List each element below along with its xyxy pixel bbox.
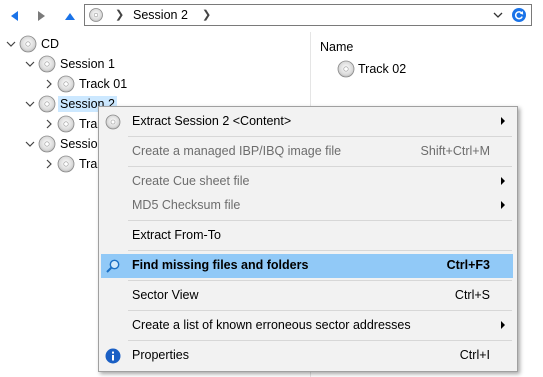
info-icon (105, 348, 121, 364)
menu-shortcut: Ctrl+I (459, 348, 490, 362)
tree-node-track-01[interactable]: Track 01 (43, 74, 127, 94)
search-icon (105, 258, 121, 274)
menu-separator (128, 136, 512, 137)
menu-item-label: Extract Session 2 <Content> (132, 114, 292, 128)
list-item-label: Track 02 (358, 62, 407, 76)
disc-icon (57, 155, 75, 173)
menu-item-label: MD5 Checksum file (132, 198, 241, 212)
disc-icon (19, 35, 37, 53)
tree-node-cd[interactable]: CD (5, 34, 59, 54)
menu-shortcut: Ctrl+F3 (446, 258, 490, 272)
tree-label: CD (41, 37, 60, 51)
disc-icon (57, 75, 75, 93)
menu-separator (128, 340, 512, 341)
list-item-track-02[interactable]: Track 02 (337, 59, 406, 79)
tree-node-track[interactable]: Tra (43, 154, 97, 174)
menu-item-known-errors[interactable]: Create a list of known erroneous sector … (101, 314, 513, 338)
menu-item-extract-session[interactable]: Extract Session 2 <Content> (101, 110, 513, 134)
back-button[interactable] (6, 8, 22, 24)
chevron-down-icon[interactable] (24, 138, 36, 150)
submenu-arrow-icon (501, 201, 505, 209)
disc-icon (57, 115, 75, 133)
address-bar[interactable]: ❯ Session 2 ❯ (84, 4, 532, 26)
chevron-right-icon[interactable] (43, 158, 55, 170)
menu-separator (128, 280, 512, 281)
menu-item-find-missing[interactable]: Find missing files and folders Ctrl+F3 (101, 254, 513, 278)
menu-item-label: Sector View (132, 288, 199, 302)
disc-icon (38, 135, 56, 153)
menu-item-label: Properties (132, 348, 189, 362)
disc-icon (38, 95, 56, 113)
menu-item-extract-from-to[interactable]: Extract From-To (101, 224, 513, 248)
menu-item-label: Extract From-To (132, 228, 221, 242)
tree-label: Sessio (60, 137, 98, 151)
menu-item-label: Create a managed IBP/IBQ image file (132, 144, 342, 158)
menu-item-sector-view[interactable]: Sector View Ctrl+S (101, 284, 513, 308)
submenu-arrow-icon (501, 177, 505, 185)
column-header-name[interactable]: Name (320, 40, 353, 54)
tree-node-session-1[interactable]: Session 1 (24, 54, 115, 74)
chevron-right-icon[interactable] (43, 118, 55, 130)
menu-item-label: Find missing files and folders (132, 258, 309, 272)
breadcrumb-separator-icon[interactable]: ❯ (202, 8, 211, 21)
tree-label: Session 1 (60, 57, 115, 71)
disc-icon (337, 60, 355, 78)
menu-separator (128, 310, 512, 311)
chevron-right-icon[interactable] (43, 78, 55, 90)
menu-separator (128, 250, 512, 251)
up-button[interactable] (62, 8, 78, 24)
chevron-down-icon[interactable] (24, 58, 36, 70)
menu-separator (128, 166, 512, 167)
breadcrumb-session[interactable]: Session 2 (133, 8, 188, 22)
back-arrow-icon (11, 11, 18, 21)
navigation-toolbar: ❯ Session 2 ❯ (0, 0, 543, 32)
context-menu: Extract Session 2 <Content> Create a man… (98, 106, 518, 372)
menu-shortcut: Shift+Ctrl+M (420, 144, 490, 158)
menu-item-label: Create a list of known erroneous sector … (132, 318, 411, 332)
tree-label: Tra (79, 157, 98, 171)
tree-node-track[interactable]: Tra (43, 114, 97, 134)
disc-icon (38, 55, 56, 73)
chevron-down-icon[interactable] (24, 98, 36, 110)
menu-separator (128, 220, 512, 221)
refresh-icon[interactable] (511, 7, 527, 23)
menu-shortcut: Ctrl+S (454, 288, 490, 302)
menu-item-md5: MD5 Checksum file (101, 194, 513, 218)
menu-item-create-cue: Create Cue sheet file (101, 170, 513, 194)
forward-button[interactable] (34, 8, 50, 24)
menu-item-properties[interactable]: Properties Ctrl+I (101, 344, 513, 368)
chevron-down-icon[interactable] (5, 38, 17, 50)
submenu-arrow-icon (501, 321, 505, 329)
up-arrow-icon (65, 13, 75, 20)
tree-label: Track 01 (79, 77, 128, 91)
tree-label: Tra (79, 117, 98, 131)
menu-item-label: Create Cue sheet file (132, 174, 250, 188)
breadcrumb-separator-icon[interactable]: ❯ (115, 8, 124, 21)
menu-item-create-ibp: Create a managed IBP/IBQ image file Shif… (101, 140, 513, 164)
chevron-down-icon[interactable] (491, 7, 505, 23)
disc-icon (105, 114, 121, 130)
submenu-arrow-icon (501, 117, 505, 125)
forward-arrow-icon (38, 11, 45, 21)
tree-node-session-3[interactable]: Sessio (24, 134, 98, 154)
disc-icon (89, 8, 103, 25)
